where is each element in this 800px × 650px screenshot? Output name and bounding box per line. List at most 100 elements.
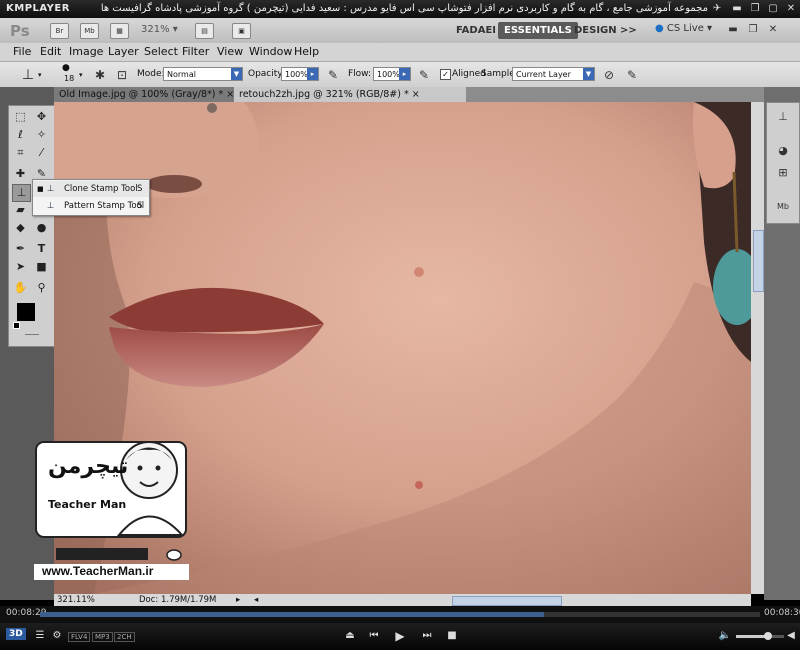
pressure-size-icon[interactable]: ✎ xyxy=(624,67,640,83)
settings-icon[interactable]: ⚙ xyxy=(50,629,64,643)
brush-panel-icon[interactable]: ✱ xyxy=(92,67,108,83)
maximize-icon[interactable]: ▢ xyxy=(766,3,780,15)
clone-source-panel-icon[interactable]: ⊥ xyxy=(775,109,791,125)
arrange-documents-icon[interactable]: ▤ xyxy=(195,23,214,39)
cs-live-menu[interactable]: ● CS Live ▾ xyxy=(655,23,712,34)
hand-tool-icon[interactable]: ✋ xyxy=(12,280,29,296)
channels-badge: 2CH xyxy=(114,632,135,642)
stop-icon[interactable]: ■ xyxy=(445,629,459,643)
format-badge: FLV4 xyxy=(68,632,91,642)
clone-source-icon[interactable]: ⊡ xyxy=(114,67,130,83)
restore-icon[interactable]: ❐ xyxy=(748,3,762,15)
ignore-adjustment-layers-icon[interactable]: ⊘ xyxy=(601,67,617,83)
kmplayer-logo[interactable]: KMPLAYER xyxy=(6,3,70,14)
zoom-tool-icon[interactable]: ⚲ xyxy=(33,280,50,296)
menu-image[interactable]: Image xyxy=(69,45,103,58)
clone-stamp-tool-item[interactable]: ■ ⊥ Clone Stamp Tool S xyxy=(33,181,149,197)
menu-select[interactable]: Select xyxy=(144,45,178,58)
aligned-checkbox[interactable]: ✓ xyxy=(440,69,451,80)
seek-progress xyxy=(40,612,544,617)
status-menu-arrow-icon[interactable]: ▸ xyxy=(236,594,240,606)
menu-window[interactable]: Window xyxy=(249,45,292,58)
menu-file[interactable]: File xyxy=(13,45,31,58)
clone-stamp-tool-icon[interactable]: ⊥ xyxy=(12,184,31,202)
mini-bridge-panel-icon[interactable]: Mb xyxy=(775,199,791,215)
eyedropper-tool-icon[interactable]: ⁄ xyxy=(33,145,50,161)
tab-close-icon[interactable]: × xyxy=(412,89,420,100)
menu-help[interactable]: Help xyxy=(294,45,319,58)
opacity-field[interactable]: 100% ▸ xyxy=(281,67,319,81)
pattern-stamp-icon: ⊥ xyxy=(47,201,55,211)
marquee-tool-icon[interactable]: ⬚ xyxy=(12,109,29,125)
transform-panel-icon[interactable]: ⊞ xyxy=(775,165,791,181)
play-icon[interactable]: ▶ xyxy=(393,629,407,643)
opacity-pressure-icon[interactable]: ✎ xyxy=(325,67,341,83)
quick-selection-tool-icon[interactable]: ✧ xyxy=(33,127,50,143)
ps-close-icon[interactable]: ✕ xyxy=(766,24,780,36)
bridge-icon[interactable]: Br xyxy=(50,23,69,39)
crop-tool-icon[interactable]: ⌗ xyxy=(12,145,29,161)
dodge-tool-icon[interactable]: ● xyxy=(33,220,50,236)
next-icon[interactable]: ⏭ xyxy=(420,629,434,643)
ps-restore-icon[interactable]: ❐ xyxy=(746,24,760,36)
close-icon[interactable]: ✕ xyxy=(784,3,798,15)
chevron-down-icon: ▼ xyxy=(231,68,242,80)
brush-picker-arrow-icon[interactable]: ▾ xyxy=(79,71,83,79)
view-extras-icon[interactable]: ▦ xyxy=(110,23,129,39)
clone-stamp-preset-icon[interactable]: ⊥ xyxy=(20,67,36,83)
previous-icon[interactable]: ⏮ xyxy=(367,629,381,643)
pen-tool-icon[interactable]: ✒ xyxy=(12,241,29,257)
volume-knob[interactable] xyxy=(764,632,772,640)
flow-field[interactable]: 100% ▸ xyxy=(373,67,411,81)
zoom-level-combo[interactable]: 321% ▾ xyxy=(141,24,178,35)
3d-toggle-button[interactable]: 3D xyxy=(6,628,26,640)
menu-layer[interactable]: Layer xyxy=(108,45,139,58)
minimize-icon[interactable]: ▬ xyxy=(730,3,744,15)
eraser-tool-icon[interactable]: ▰ xyxy=(12,202,29,218)
stamp-tool-flyout: ■ ⊥ Clone Stamp Tool S ⊥ Pattern Stamp T… xyxy=(32,179,150,216)
menu-filter[interactable]: Filter xyxy=(182,45,209,58)
airbrush-icon[interactable]: ✎ xyxy=(416,67,432,83)
seek-bar[interactable] xyxy=(40,612,760,617)
horizontal-scroll-thumb[interactable] xyxy=(452,596,562,606)
blur-tool-icon[interactable]: ◆ xyxy=(12,220,29,236)
volume-slider[interactable] xyxy=(736,635,784,638)
mute-icon[interactable]: 🔈 xyxy=(718,629,732,643)
vertical-scroll-thumb[interactable] xyxy=(753,230,764,292)
menu-edit[interactable]: Edit xyxy=(40,45,61,58)
sample-select[interactable]: Current Layer ▼ xyxy=(512,67,595,81)
workspace-fadaei[interactable]: FADAEI xyxy=(450,22,502,39)
color-panel-icon[interactable]: ◕ xyxy=(775,143,791,159)
mini-bridge-icon[interactable]: Mb xyxy=(80,23,99,39)
brush-dot-icon[interactable]: ● xyxy=(62,63,70,73)
playlist-icon[interactable]: ☰ xyxy=(33,629,47,643)
scroll-left-icon[interactable]: ◂ xyxy=(254,594,258,606)
more-workspaces-icon[interactable]: >> xyxy=(614,22,643,39)
type-tool-icon[interactable]: T xyxy=(33,241,50,257)
volume-speaker-icon[interactable]: ◀ xyxy=(784,629,798,643)
teacherman-watermark: تیچرمن Teacher Man www.TeacherMan.ir xyxy=(34,430,189,580)
healing-brush-tool-icon[interactable]: ✚ xyxy=(12,166,29,182)
eject-icon[interactable]: ⏏ xyxy=(343,629,357,643)
status-zoom[interactable]: 321.11% xyxy=(57,594,95,606)
path-selection-tool-icon[interactable]: ➤ xyxy=(12,259,29,275)
pin-icon[interactable]: ✈ xyxy=(710,3,724,15)
menu-view[interactable]: View xyxy=(217,45,243,58)
workspace-essentials[interactable]: ESSENTIALS xyxy=(498,22,578,39)
tab-old-image[interactable]: Old Image.jpg @ 100% (Gray/8*) * × xyxy=(54,87,242,102)
mode-select[interactable]: Normal ▼ xyxy=(163,67,243,81)
move-tool-icon[interactable]: ✥ xyxy=(33,109,50,125)
lasso-tool-icon[interactable]: ℓ xyxy=(12,127,29,143)
default-colors-icon[interactable] xyxy=(13,322,20,329)
opacity-label: Opacity: xyxy=(248,69,285,79)
preset-arrow-icon[interactable]: ▾ xyxy=(38,71,42,79)
ps-minimize-icon[interactable]: ▬ xyxy=(726,24,740,36)
vertical-scrollbar[interactable] xyxy=(751,102,764,594)
chevron-right-icon: ▸ xyxy=(399,68,410,80)
shape-tool-icon[interactable]: ■ xyxy=(33,259,50,275)
foreground-color-swatch[interactable] xyxy=(17,303,35,321)
pattern-stamp-tool-item[interactable]: ⊥ Pattern Stamp Tool S xyxy=(33,198,149,214)
tab-retouch[interactable]: retouch2zh.jpg @ 321% (RGB/8#) * × xyxy=(234,87,466,102)
screen-mode-icon[interactable]: ▣ xyxy=(232,23,251,39)
options-bar: ⊥ ▾ ● 18 ▾ ✱ ⊡ Mode: Normal ▼ Opacity: 10… xyxy=(0,61,800,89)
